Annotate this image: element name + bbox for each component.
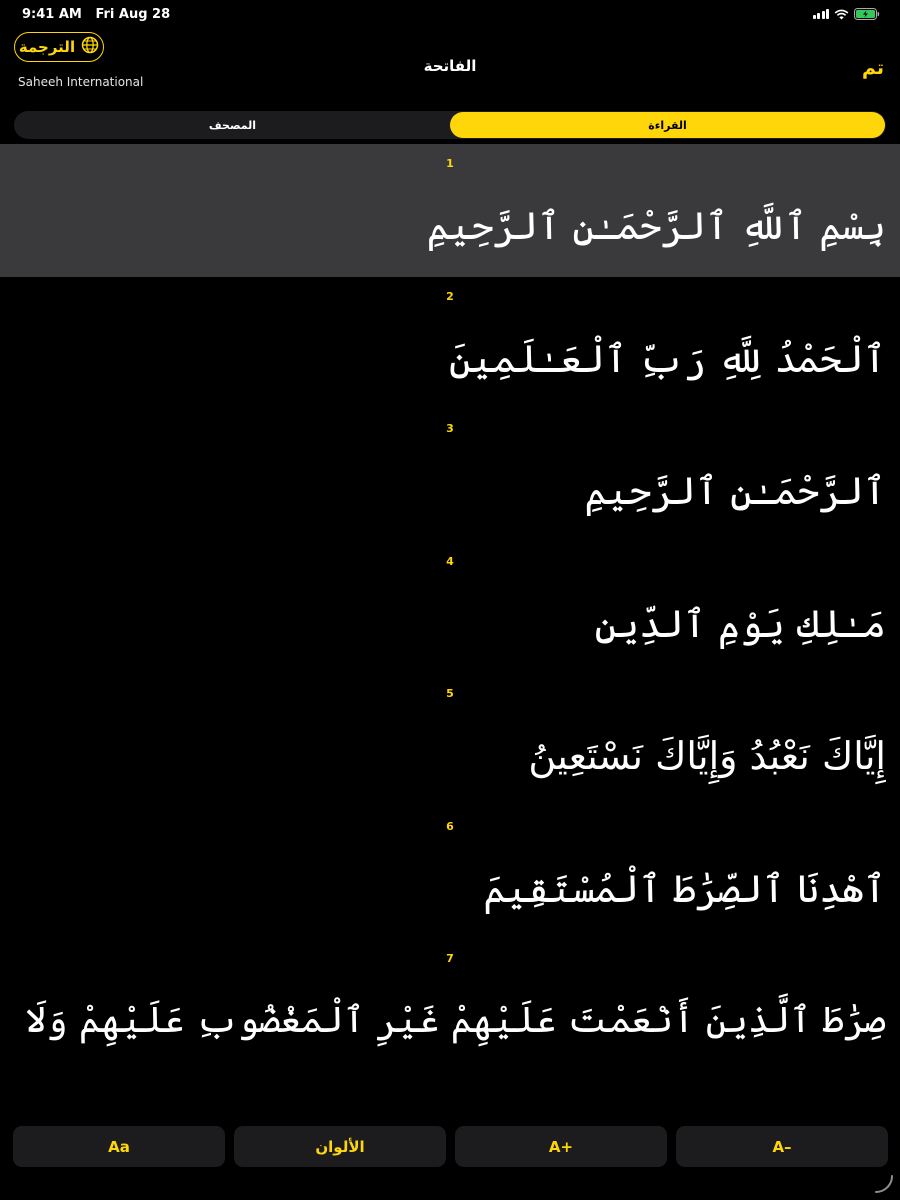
verse-list: 1 بِسْمِ ٱللَّهِ ٱلرَّحْمَـٰنِ ٱلرَّحِيم… xyxy=(0,144,900,1072)
verse-number: 5 xyxy=(446,687,454,700)
wifi-icon xyxy=(834,9,849,20)
segment-mushaf[interactable]: المصحف xyxy=(15,112,450,138)
verse-row[interactable]: 1 بِسْمِ ٱللَّهِ ٱلرَّحْمَـٰنِ ٱلرَّحِيم… xyxy=(0,144,900,277)
page-title: الفاتحة xyxy=(423,57,477,75)
cellular-signal-icon xyxy=(812,9,829,19)
status-indicators xyxy=(812,8,881,20)
translator-name: Saheeh International xyxy=(18,75,144,89)
verse-number: 1 xyxy=(446,157,454,170)
verse-row[interactable]: 4 مَـٰلِكِ يَوْمِ ٱلدِّينِ xyxy=(0,542,900,675)
segment-reading[interactable]: القراءة xyxy=(450,112,885,138)
quran-reader-screen: 9:41 AM Fri Aug 28 الترجمة Saheeh Intern… xyxy=(0,0,900,1200)
status-bar: 9:41 AM Fri Aug 28 xyxy=(0,0,900,28)
verse-row[interactable]: 2 ٱلْحَمْدُ لِلَّهِ رَبِّ ٱلْعَـٰلَمِينَ xyxy=(0,277,900,410)
view-mode-segmented-control: المصحف القراءة xyxy=(14,111,886,139)
reader-toolbar: Aa الألوان A+ A– xyxy=(13,1126,888,1167)
decrease-font-button[interactable]: A– xyxy=(676,1126,888,1167)
verse-text: مَـٰلِكِ يَوْمِ ٱلدِّينِ xyxy=(594,601,886,646)
globe-icon xyxy=(81,36,99,58)
verse-text: ٱلْحَمْدُ لِلَّهِ رَبِّ ٱلْعَـٰلَمِينَ xyxy=(448,336,886,381)
verse-row[interactable]: 5 إِيَّاكَ نَعْبُدُ وَإِيَّاكَ نَسْتَعِي… xyxy=(0,674,900,807)
colors-button[interactable]: الألوان xyxy=(234,1126,446,1167)
increase-font-button[interactable]: A+ xyxy=(455,1126,667,1167)
battery-charging-icon xyxy=(854,8,880,20)
status-date: Fri Aug 28 xyxy=(95,7,171,22)
verse-text: صِرَٰطَ ٱلَّذِينَ أَنْعَمْتَ عَلَيْهِمْ … xyxy=(14,1000,886,1041)
verse-row[interactable]: 3 ٱلرَّحْمَـٰنِ ٱلرَّحِيمِ xyxy=(0,409,900,542)
verse-text: بِسْمِ ٱللَّهِ ٱلرَّحْمَـٰنِ ٱلرَّحِيمِ xyxy=(426,204,886,248)
done-button[interactable]: تم xyxy=(862,57,884,79)
status-clock: 9:41 AM xyxy=(22,7,82,22)
translation-button-label: الترجمة xyxy=(18,38,76,56)
verse-row[interactable]: 7 صِرَٰطَ ٱلَّذِينَ أَنْعَمْتَ عَلَيْهِم… xyxy=(0,939,900,1072)
verse-number: 7 xyxy=(446,952,454,965)
font-button[interactable]: Aa xyxy=(13,1126,225,1167)
resize-handle-icon[interactable] xyxy=(874,1174,894,1194)
verse-text: إِيَّاكَ نَعْبُدُ وَإِيَّاكَ نَسْتَعِينُ xyxy=(528,734,886,778)
verse-text: ٱلرَّحْمَـٰنِ ٱلرَّحِيمِ xyxy=(584,469,886,513)
verse-text: ٱهْدِنَا ٱلصِّرَٰطَ ٱلْمُسْتَقِيمَ xyxy=(483,866,886,911)
verse-number: 6 xyxy=(446,819,454,833)
status-time: 9:41 AM Fri Aug 28 xyxy=(22,7,170,22)
verse-number: 2 xyxy=(446,289,454,303)
verse-number: 4 xyxy=(446,554,454,568)
verse-row[interactable]: 6 ٱهْدِنَا ٱلصِّرَٰطَ ٱلْمُسْتَقِيمَ xyxy=(0,807,900,940)
verse-number: 3 xyxy=(446,422,454,435)
